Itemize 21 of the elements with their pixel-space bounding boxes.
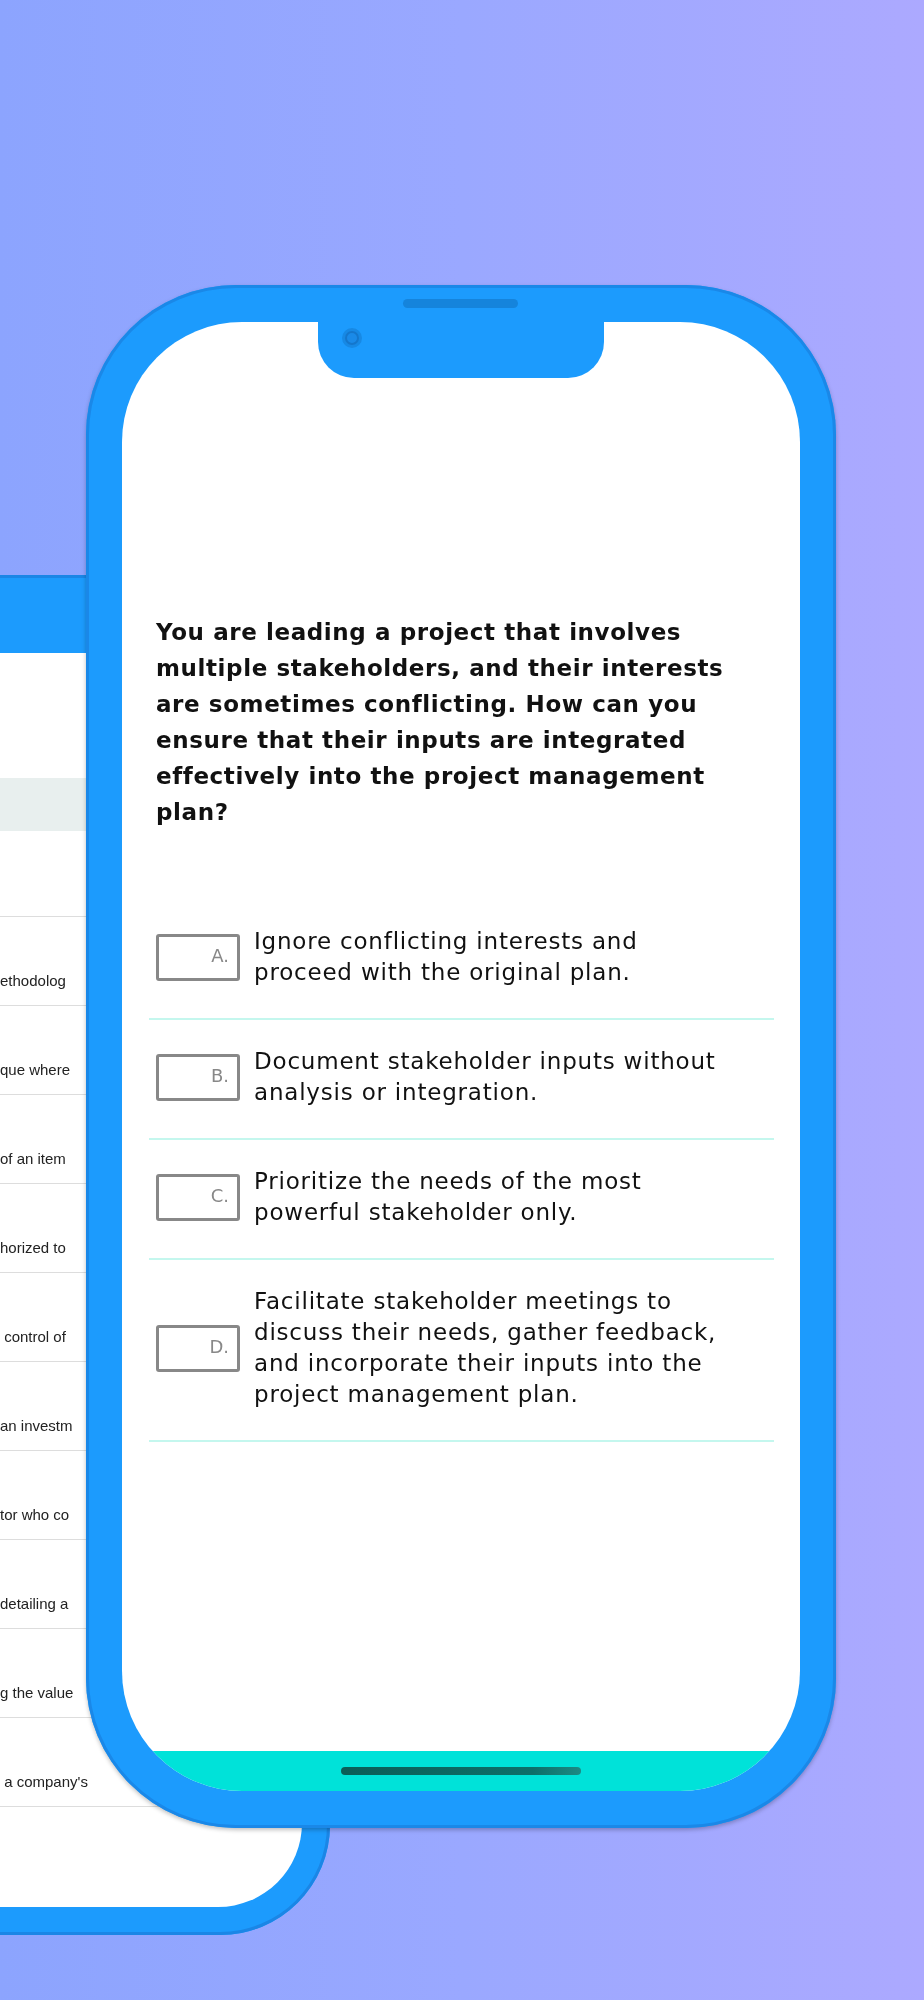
list-item[interactable]: an investm (0, 1417, 73, 1434)
option-text[interactable]: Ignore conflicting interests and proceed with the original plan. (254, 926, 734, 988)
question-text: You are leading a project that involves multiple stakeholders, and their interests are sometimes conflicting. How can you ensure that their inputs are integrated effectively into the project management plan? (155, 618, 725, 827)
option-text[interactable]: Prioritize the needs of the most powerful stakeholder only. (254, 1166, 734, 1228)
list-item[interactable]: ethodolog (0, 972, 66, 989)
home-indicator[interactable] (341, 1767, 581, 1775)
option-letter[interactable]: C. (156, 1173, 240, 1221)
option-text[interactable]: Facilitate stakeholder meetings to discuss their needs, gather feedback, and incorporate their inputs into the project management plan. (254, 1286, 734, 1410)
list-item[interactable]: que where (0, 1061, 71, 1078)
list-item[interactable]: control of (0, 1328, 66, 1345)
list-item[interactable]: g the value (0, 1684, 74, 1701)
option-text[interactable]: Document stakeholder inputs without analysis or integration. (254, 1046, 734, 1108)
list-item[interactable]: of an item (0, 1150, 66, 1167)
list-item[interactable]: horized to (0, 1239, 66, 1256)
list-item[interactable]: detailing a (0, 1595, 69, 1612)
list-item[interactable]: tor who co (0, 1506, 70, 1523)
option-letter[interactable]: D. (156, 1324, 240, 1372)
list-item[interactable]: a company's (0, 1773, 88, 1790)
option-letter[interactable]: B. (156, 1053, 240, 1101)
camera-lens (345, 331, 359, 345)
option-letter[interactable]: A. (156, 933, 240, 981)
